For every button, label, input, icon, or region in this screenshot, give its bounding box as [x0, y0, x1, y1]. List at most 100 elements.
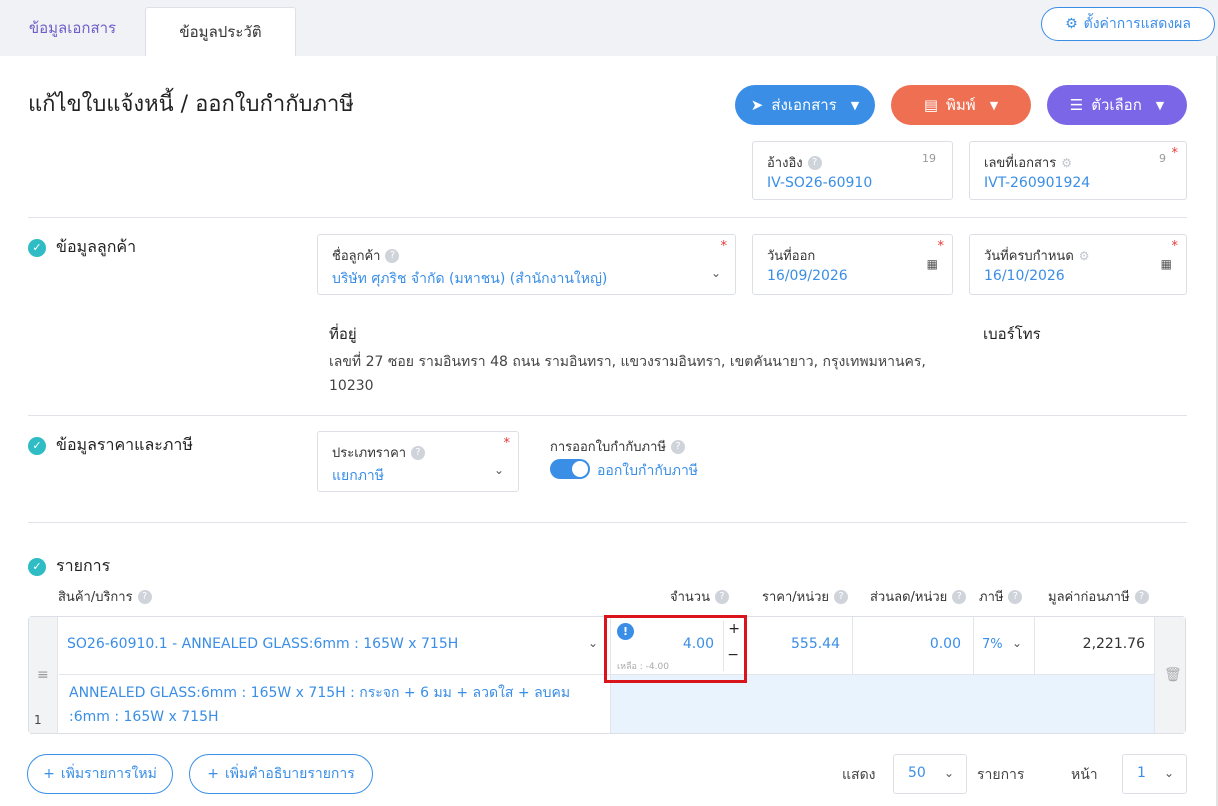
doc-number-label-wrap: เลขที่เอกสาร ⚙	[984, 152, 1072, 173]
required-asterisk: *	[720, 239, 728, 254]
customer-section-header: ✓ ข้อมูลลูกค้า	[28, 235, 136, 260]
discount-field[interactable]: 0.00	[853, 617, 974, 675]
product-value: SO26-60910.1 - ANNEALED GLASS:6mm : 165W…	[67, 636, 459, 652]
help-icon: ?	[670, 439, 685, 454]
doc-number-value: IVT-260901924	[984, 175, 1091, 191]
tax-select[interactable]: 7% ⌄	[974, 617, 1035, 675]
send-document-label: ส่งเอกสาร	[771, 96, 837, 114]
issue-date-label-wrap: วันที่ออก	[767, 245, 815, 266]
column-header-quantity: จำนวน ?	[670, 586, 729, 607]
tab-history-info[interactable]: ข้อมูลประวัติ	[145, 7, 296, 56]
unit-price-value: 555.44	[791, 636, 840, 652]
help-icon: ?	[834, 589, 849, 604]
due-date-label: วันที่ครบกำหนด	[984, 249, 1074, 264]
help-icon: ?	[411, 445, 426, 460]
page-size-value: 50	[908, 765, 926, 781]
help-icon: ?	[952, 589, 967, 604]
required-asterisk: *	[503, 436, 511, 451]
description-fill	[611, 675, 1155, 733]
calendar-icon[interactable]: ▦	[1161, 257, 1172, 271]
amount-value: 2,221.76	[1082, 636, 1145, 652]
calendar-icon[interactable]: ▦	[927, 257, 938, 271]
tax-invoice-toggle-text: ออกใบกำกับภาษี	[597, 463, 699, 479]
amount-cell: 2,221.76	[1035, 617, 1155, 675]
add-item-label: เพิ่มรายการใหม่	[60, 766, 157, 782]
plus-icon: +	[43, 766, 55, 782]
issue-date-label: วันที่ออก	[767, 249, 816, 264]
add-description-button[interactable]: + เพิ่มคำอธิบายรายการ	[189, 754, 373, 794]
chevron-down-icon: ▼	[850, 98, 860, 112]
issue-date-field[interactable]: วันที่ออก * 16/09/2026 ▦	[752, 234, 953, 295]
send-document-button[interactable]: ➤ ส่งเอกสาร ▼	[735, 85, 875, 125]
reference-label-wrap: อ้างอิง ?	[767, 152, 822, 173]
tax-invoice-toggle[interactable]	[550, 459, 590, 479]
doc-number-char-count: 9	[1159, 152, 1166, 165]
menu-icon: ☰	[1069, 96, 1084, 114]
price-type-value: แยกภาษี	[332, 468, 385, 484]
add-description-label: เพิ่มคำอธิบายรายการ	[224, 766, 355, 782]
gear-icon[interactable]: ⚙	[1061, 156, 1072, 170]
price-type-select[interactable]: ประเภทราคา ? * แยกภาษี ⌄	[317, 431, 519, 492]
page-size-select[interactable]: 50 ⌄	[893, 754, 967, 794]
column-header-unit-price: ราคา/หน่วย ?	[762, 586, 849, 607]
tax-value: 7%	[982, 637, 1003, 652]
display-settings-button[interactable]: ⚙ ตั้งค่าการแสดงผล	[1041, 7, 1215, 41]
gear-icon[interactable]: ⚙	[1079, 249, 1090, 263]
print-label: พิมพ์	[946, 96, 976, 114]
pricing-section-title: ข้อมูลราคาและภาษี	[56, 435, 193, 454]
highlight-box	[604, 615, 747, 683]
description-value: ANNEALED GLASS:6mm : 165W x 715H : กระจก…	[69, 685, 571, 725]
discount-value: 0.00	[929, 636, 961, 652]
help-icon: ?	[1008, 589, 1023, 604]
print-button[interactable]: ▤ พิมพ์ ▼	[891, 85, 1031, 125]
chevron-down-icon: ⌄	[1163, 766, 1174, 780]
column-header-amount: มูลค่าก่อนภาษี ?	[1048, 586, 1149, 607]
due-date-label-wrap: วันที่ครบกำหนด ⚙	[984, 245, 1090, 266]
divider	[28, 522, 1187, 523]
printer-icon: ▤	[923, 96, 939, 114]
due-date-field[interactable]: วันที่ครบกำหนด ⚙ * 16/10/2026 ▦	[969, 234, 1187, 295]
column-header-product: สินค้า/บริการ ?	[58, 586, 152, 607]
page-number-select[interactable]: 1 ⌄	[1122, 754, 1187, 794]
page-label: หน้า	[1071, 767, 1098, 783]
tab-bar: ข้อมูลเอกสาร ข้อมูลประวัติ ⚙ ตั้งค่าการแ…	[0, 0, 1218, 56]
tax-invoice-label: การออกใบกำกับภาษี	[550, 440, 666, 455]
drag-handle-icon: ≡	[37, 667, 49, 683]
product-select[interactable]: SO26-60910.1 - ANNEALED GLASS:6mm : 165W…	[59, 617, 611, 675]
check-circle-icon: ✓	[28, 557, 46, 576]
unit-price-field[interactable]: 555.44	[747, 617, 853, 675]
chevron-down-icon: ⌄	[1011, 636, 1022, 650]
options-label: ตัวเลือก	[1091, 96, 1142, 114]
chevron-down-icon: ⌄	[710, 266, 721, 280]
display-settings-label: ตั้งค่าการแสดงผล	[1083, 16, 1191, 32]
toggle-knob	[572, 461, 588, 477]
tab-document-info[interactable]: ข้อมูลเอกสาร	[0, 0, 145, 56]
add-item-button[interactable]: + เพิ่มรายการใหม่	[27, 754, 173, 794]
items-section-title: รายการ	[56, 556, 111, 575]
items-label: รายการ	[977, 767, 1025, 783]
drag-handle[interactable]: ≡ 1	[29, 617, 58, 733]
phone-label: เบอร์โทร	[983, 325, 1041, 343]
options-button[interactable]: ☰ ตัวเลือก ▼	[1047, 85, 1187, 125]
description-field[interactable]: ANNEALED GLASS:6mm : 165W x 715H : กระจก…	[59, 675, 611, 733]
doc-number-field[interactable]: เลขที่เอกสาร ⚙ 9 * IVT-260901924	[969, 141, 1187, 200]
customer-name-select[interactable]: ชื่อลูกค้า ? * บริษัท ศุภริช จำกัด (มหาช…	[317, 234, 736, 295]
page-number-value: 1	[1137, 765, 1146, 781]
customer-name-value: บริษัท ศุภริช จำกัด (มหาชน) (สำนักงานใหญ…	[332, 271, 608, 287]
column-header-amount-label: มูลค่าก่อนภาษี	[1048, 590, 1130, 605]
chevron-down-icon: ▼	[989, 98, 999, 112]
price-type-label: ประเภทราคา	[332, 446, 407, 461]
help-icon: ?	[715, 589, 729, 604]
column-header-tax-label: ภาษี	[979, 590, 1004, 605]
column-header-unit-price-label: ราคา/หน่วย	[762, 590, 830, 605]
check-circle-icon: ✓	[28, 436, 46, 455]
price-type-label-wrap: ประเภทราคา ?	[332, 442, 426, 463]
reference-field[interactable]: อ้างอิง ? 19 IV-SO26-60910	[752, 141, 953, 200]
required-asterisk: *	[937, 239, 945, 254]
customer-section-title: ข้อมูลลูกค้า	[56, 237, 137, 256]
due-date-value: 16/10/2026	[984, 268, 1065, 284]
trash-icon[interactable]: 🗑	[1164, 667, 1182, 683]
chevron-down-icon: ⌄	[587, 636, 598, 650]
issue-date-value: 16/09/2026	[767, 268, 848, 284]
reference-label: อ้างอิง	[767, 156, 803, 171]
